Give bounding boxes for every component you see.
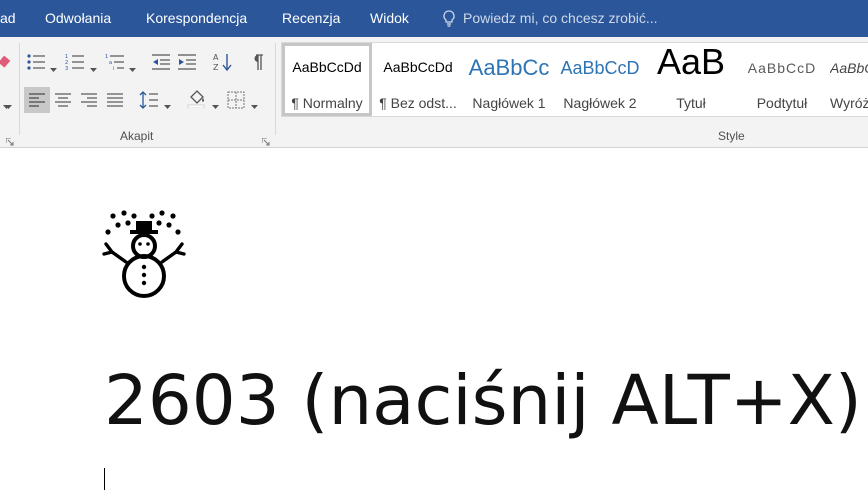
- decrease-indent-icon: [152, 54, 170, 70]
- lightbulb-icon: [443, 10, 455, 27]
- bullet-list-icon: [27, 54, 45, 70]
- highlight-dropdown[interactable]: [5, 97, 12, 109]
- style-name: Podtytuł: [756, 95, 808, 111]
- style-normal[interactable]: AaBbCcDd ¶ Normalny: [282, 43, 372, 116]
- svg-text:Z: Z: [213, 63, 219, 72]
- style-no-spacing[interactable]: AaBbCcDd ¶ Bez odst...: [373, 43, 463, 116]
- style-name: ¶ Normalny: [291, 95, 363, 111]
- sort-az-icon: A Z: [213, 53, 232, 72]
- style-preview: AaBbCcDd: [383, 59, 453, 75]
- svg-text:a: a: [109, 60, 112, 66]
- style-heading-1[interactable]: AaBbCc Nagłówek 1: [464, 43, 554, 116]
- svg-text:1: 1: [105, 54, 108, 60]
- ribbon: 1 2 3 1 a i A Z Akapit Style AaBbCcDd ¶ …: [0, 37, 868, 148]
- clear-formatting-button[interactable]: [0, 51, 14, 73]
- align-right-icon: [81, 93, 97, 107]
- paragraph-dialog-launcher[interactable]: [261, 133, 270, 146]
- multilevel-list-icon: 1 a i: [105, 54, 124, 71]
- shading-dropdown[interactable]: [212, 97, 219, 109]
- numbering-button[interactable]: 1 2 3: [64, 51, 86, 73]
- decrease-indent-button[interactable]: [150, 51, 172, 73]
- eraser-icon: [0, 55, 11, 68]
- style-preview: AaBbC: [830, 60, 868, 76]
- document-page[interactable]: 2603 (naciśnij ALT+X): [0, 148, 868, 490]
- bullets-dropdown[interactable]: [50, 60, 57, 72]
- show-hide-marks-button[interactable]: [246, 51, 268, 73]
- tell-me-placeholder: Powiedz mi, co chcesz zrobić...: [463, 10, 658, 26]
- style-preview: AaB: [656, 43, 726, 82]
- line-spacing-icon: [139, 91, 158, 109]
- menu-tab-mailings[interactable]: Korespondencja: [146, 10, 247, 26]
- style-preview: AaBbCcD: [747, 60, 817, 76]
- style-preview: AaBbCc: [468, 55, 550, 80]
- menu-bar: ad Odwołania Korespondencja Recenzja Wid…: [0, 0, 868, 37]
- borders-icon: [227, 91, 245, 109]
- line-spacing-dropdown[interactable]: [164, 97, 171, 109]
- style-preview: AaBbCcD: [560, 58, 640, 78]
- multilevel-list-button[interactable]: 1 a i: [104, 51, 126, 73]
- text-cursor: [104, 468, 105, 490]
- borders-dropdown[interactable]: [251, 97, 258, 109]
- shading-button[interactable]: [186, 87, 208, 109]
- borders-button[interactable]: [225, 89, 247, 111]
- group-separator: [19, 43, 20, 135]
- menu-tab-review[interactable]: Recenzja: [282, 10, 340, 26]
- style-name: Nagłówek 2: [563, 95, 637, 111]
- multilevel-dropdown[interactable]: [129, 60, 136, 72]
- style-preview: AaBbCcDd: [292, 59, 362, 75]
- menu-tab-layout[interactable]: ad: [0, 10, 16, 26]
- style-name: Nagłówek 1: [472, 95, 546, 111]
- line-spacing-button[interactable]: [138, 89, 160, 111]
- align-left-button[interactable]: [24, 87, 50, 113]
- styles-group-label: Style: [718, 129, 745, 143]
- style-heading-2[interactable]: AaBbCcD Nagłówek 2: [555, 43, 645, 116]
- justify-icon: [107, 93, 123, 107]
- style-emphasis[interactable]: AaBbC Wyróż: [828, 43, 868, 116]
- style-subtitle[interactable]: AaBbCcD Podtytuł: [737, 43, 827, 116]
- document-text: 2603 (naciśnij ALT+X): [104, 361, 862, 441]
- align-center-icon: [55, 93, 71, 107]
- increase-indent-button[interactable]: [176, 51, 198, 73]
- styles-gallery: AaBbCcDd ¶ Normalny AaBbCcDd ¶ Bez odst.…: [281, 42, 868, 117]
- numbering-dropdown[interactable]: [90, 60, 97, 72]
- paragraph-group-label: Akapit: [120, 129, 154, 143]
- style-name: ¶ Bez odst...: [379, 95, 457, 111]
- group-separator: [275, 43, 276, 135]
- align-right-button[interactable]: [78, 89, 100, 111]
- style-name: Tytuł: [676, 95, 706, 111]
- pilcrow-icon: [254, 54, 263, 70]
- bullets-button[interactable]: [25, 51, 47, 73]
- justify-button[interactable]: [104, 89, 126, 111]
- style-name: Wyróż: [830, 95, 868, 111]
- svg-text:3: 3: [65, 66, 68, 71]
- numbered-list-icon: 1 2 3: [65, 54, 84, 71]
- sort-button[interactable]: A Z: [212, 51, 234, 73]
- style-title[interactable]: AaB Tytuł: [646, 43, 736, 116]
- increase-indent-icon: [178, 54, 196, 70]
- snowman-icon: [102, 210, 186, 298]
- svg-text:i: i: [113, 66, 114, 71]
- menu-tab-view[interactable]: Widok: [370, 10, 409, 26]
- paint-bucket-icon: [187, 90, 205, 108]
- align-center-button[interactable]: [52, 89, 74, 111]
- svg-text:A: A: [213, 53, 219, 62]
- menu-tab-references[interactable]: Odwołania: [45, 10, 111, 26]
- align-left-icon: [29, 93, 45, 107]
- font-dialog-launcher[interactable]: [5, 133, 14, 146]
